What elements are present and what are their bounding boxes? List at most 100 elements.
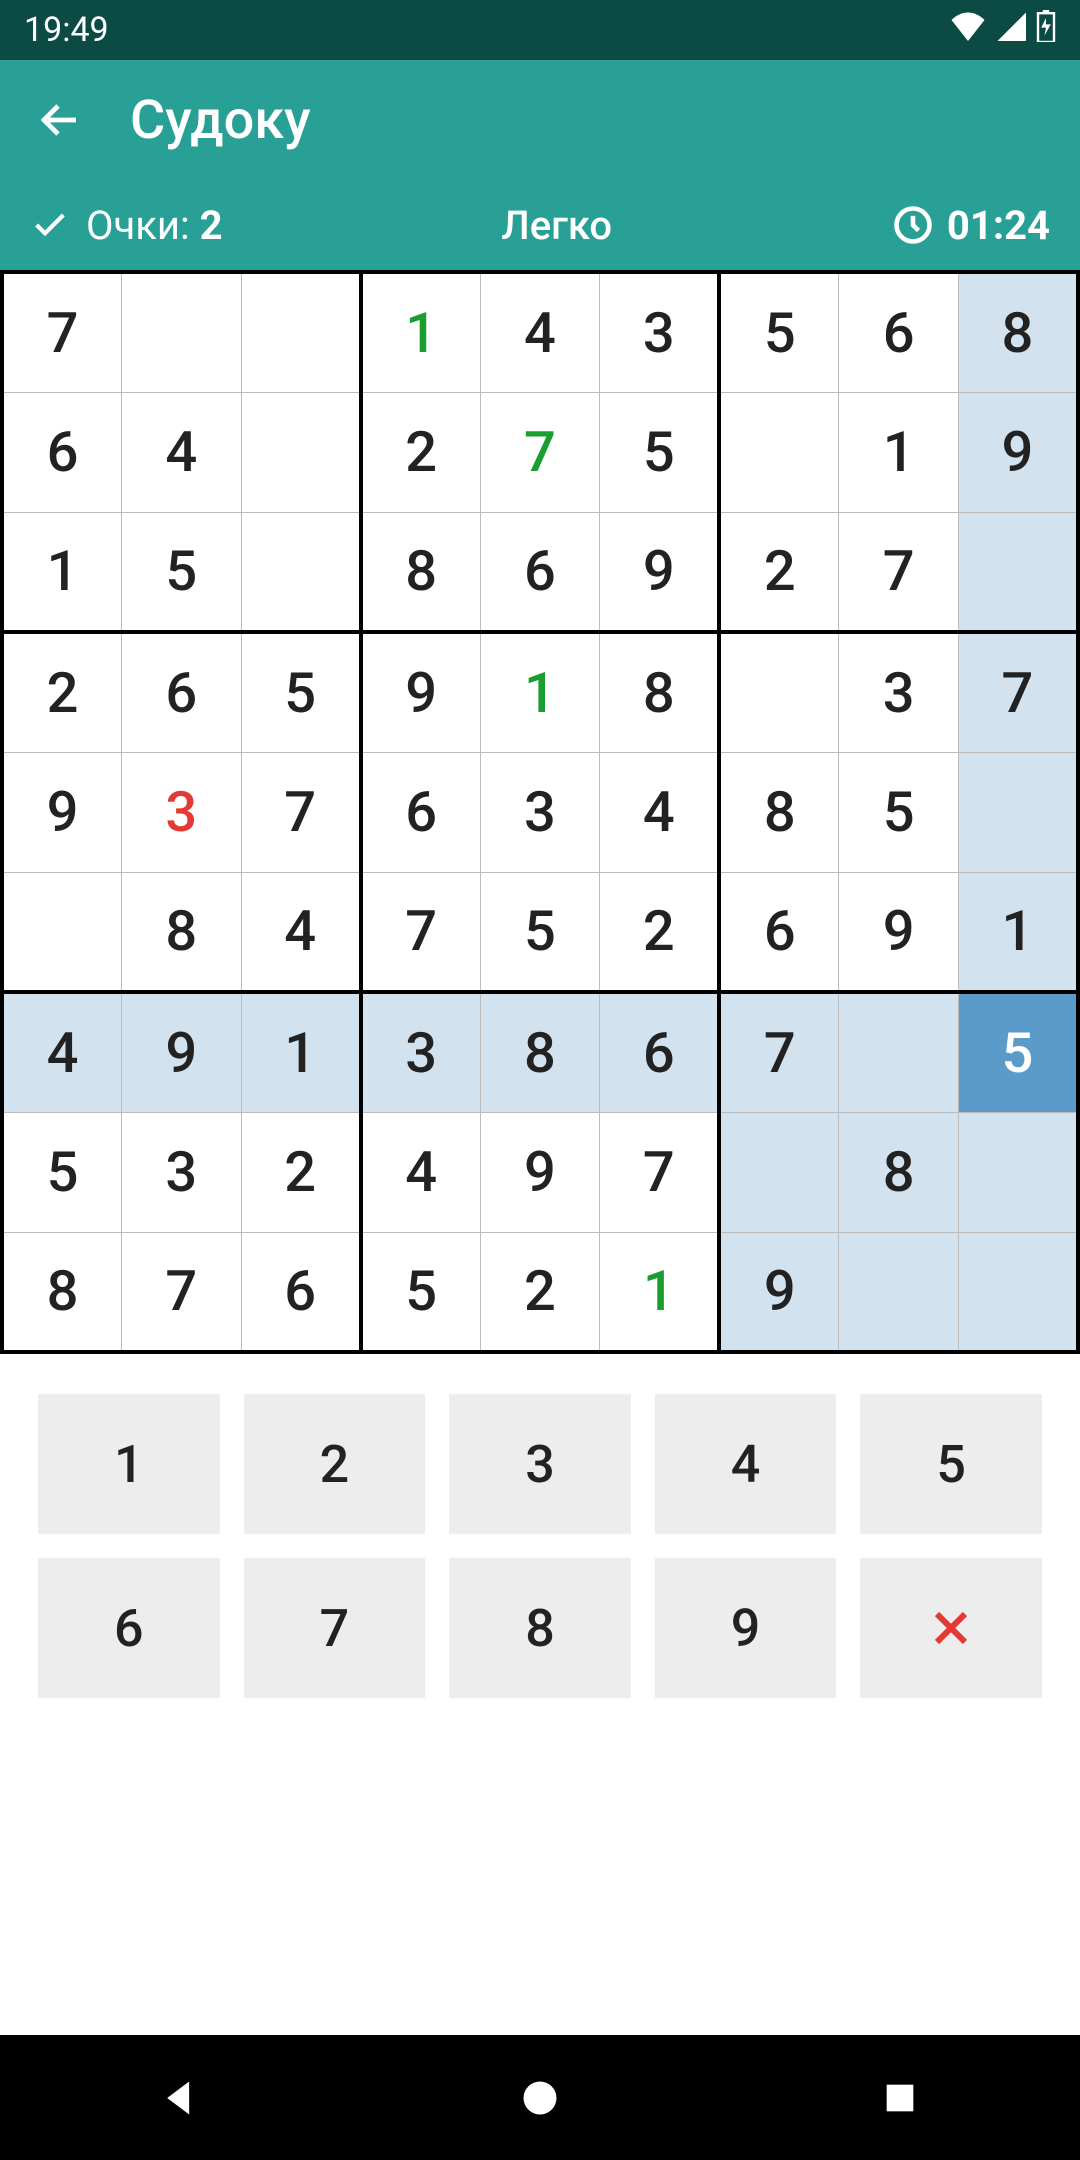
board-cell[interactable]: 8 (958, 272, 1078, 392)
board-cell[interactable] (958, 512, 1078, 632)
board-cell[interactable]: 7 (958, 632, 1078, 752)
board-cell[interactable]: 4 (361, 1112, 481, 1232)
board-cell[interactable]: 5 (719, 272, 839, 392)
board-cell[interactable] (241, 392, 361, 512)
key-7[interactable]: 7 (244, 1558, 426, 1698)
score-label: Очки: 2 (86, 202, 223, 249)
board-cell[interactable] (958, 1112, 1078, 1232)
board-cell[interactable]: 9 (480, 1112, 600, 1232)
board-cell[interactable]: 5 (600, 392, 720, 512)
board-cell[interactable]: 6 (719, 872, 839, 992)
board-cell[interactable]: 1 (480, 632, 600, 752)
board-cell[interactable]: 5 (958, 992, 1078, 1112)
board-cell[interactable]: 3 (122, 752, 242, 872)
info-bar: Очки: 2 Легко 01:24 (0, 180, 1080, 270)
board-cell[interactable] (839, 1232, 959, 1352)
board-cell[interactable]: 1 (241, 992, 361, 1112)
board-cell[interactable] (2, 872, 122, 992)
board-cell[interactable]: 7 (600, 1112, 720, 1232)
board-cell[interactable]: 8 (839, 1112, 959, 1232)
board-cell[interactable]: 9 (2, 752, 122, 872)
board-cell[interactable] (719, 632, 839, 752)
key-2[interactable]: 2 (244, 1394, 426, 1534)
board-cell[interactable]: 7 (122, 1232, 242, 1352)
board-cell[interactable] (958, 752, 1078, 872)
board-cell[interactable]: 8 (719, 752, 839, 872)
board-cell[interactable]: 6 (480, 512, 600, 632)
key-delete[interactable] (860, 1558, 1042, 1698)
board-cell[interactable]: 1 (839, 392, 959, 512)
board-cell[interactable]: 4 (122, 392, 242, 512)
key-3[interactable]: 3 (449, 1394, 631, 1534)
board-cell[interactable]: 3 (600, 272, 720, 392)
board-cell[interactable] (241, 512, 361, 632)
board-cell[interactable]: 5 (361, 1232, 481, 1352)
board-cell[interactable]: 8 (122, 872, 242, 992)
board-cell[interactable]: 9 (839, 872, 959, 992)
board-cell[interactable]: 9 (719, 1232, 839, 1352)
key-9[interactable]: 9 (655, 1558, 837, 1698)
board-cell[interactable]: 5 (2, 1112, 122, 1232)
board-cell[interactable]: 4 (2, 992, 122, 1112)
back-button[interactable] (30, 90, 90, 150)
board-cell[interactable]: 2 (361, 392, 481, 512)
nav-recent-button[interactable] (870, 2068, 930, 2128)
board-cell[interactable] (719, 1112, 839, 1232)
board-cell[interactable]: 8 (361, 512, 481, 632)
board-cell[interactable] (719, 392, 839, 512)
board-cell[interactable]: 4 (241, 872, 361, 992)
board-cell[interactable]: 2 (241, 1112, 361, 1232)
board-cell[interactable]: 8 (2, 1232, 122, 1352)
board-cell[interactable]: 7 (719, 992, 839, 1112)
board-cell[interactable]: 6 (839, 272, 959, 392)
app-title: Судоку (130, 89, 311, 152)
board-cell[interactable]: 3 (361, 992, 481, 1112)
key-1[interactable]: 1 (38, 1394, 220, 1534)
board-cell[interactable]: 1 (958, 872, 1078, 992)
board-cell[interactable]: 8 (480, 992, 600, 1112)
board-cell[interactable]: 6 (600, 992, 720, 1112)
board-cell[interactable]: 1 (2, 512, 122, 632)
board-cell[interactable] (241, 272, 361, 392)
board-cell[interactable]: 7 (241, 752, 361, 872)
board-cell[interactable]: 5 (122, 512, 242, 632)
board-cell[interactable]: 9 (958, 392, 1078, 512)
board-cell[interactable]: 8 (600, 632, 720, 752)
keypad: 1 2 3 4 5 6 7 8 9 (0, 1354, 1080, 1738)
board-cell[interactable]: 7 (839, 512, 959, 632)
nav-home-button[interactable] (510, 2068, 570, 2128)
board-cell[interactable]: 1 (600, 1232, 720, 1352)
board-cell[interactable]: 7 (2, 272, 122, 392)
board-cell[interactable]: 1 (361, 272, 481, 392)
board-cell[interactable]: 5 (241, 632, 361, 752)
board-cell[interactable]: 3 (480, 752, 600, 872)
nav-bar (0, 2035, 1080, 2160)
board-cell[interactable]: 5 (839, 752, 959, 872)
board-cell[interactable]: 3 (122, 1112, 242, 1232)
board-cell[interactable]: 3 (839, 632, 959, 752)
board-cell[interactable]: 6 (241, 1232, 361, 1352)
board-cell[interactable]: 6 (361, 752, 481, 872)
board-cell[interactable]: 9 (122, 992, 242, 1112)
board-cell[interactable]: 4 (600, 752, 720, 872)
board-cell[interactable]: 2 (719, 512, 839, 632)
board-cell[interactable]: 2 (600, 872, 720, 992)
board-cell[interactable]: 6 (122, 632, 242, 752)
key-6[interactable]: 6 (38, 1558, 220, 1698)
board-cell[interactable] (839, 992, 959, 1112)
nav-back-button[interactable] (150, 2068, 210, 2128)
board-cell[interactable]: 5 (480, 872, 600, 992)
board-cell[interactable]: 2 (2, 632, 122, 752)
board-cell[interactable] (958, 1232, 1078, 1352)
board-cell[interactable]: 9 (361, 632, 481, 752)
key-8[interactable]: 8 (449, 1558, 631, 1698)
board-cell[interactable]: 6 (2, 392, 122, 512)
board-cell[interactable]: 7 (480, 392, 600, 512)
key-4[interactable]: 4 (655, 1394, 837, 1534)
board-cell[interactable]: 2 (480, 1232, 600, 1352)
board-cell[interactable]: 7 (361, 872, 481, 992)
key-5[interactable]: 5 (860, 1394, 1042, 1534)
board-cell[interactable]: 4 (480, 272, 600, 392)
board-cell[interactable] (122, 272, 242, 392)
board-cell[interactable]: 9 (600, 512, 720, 632)
